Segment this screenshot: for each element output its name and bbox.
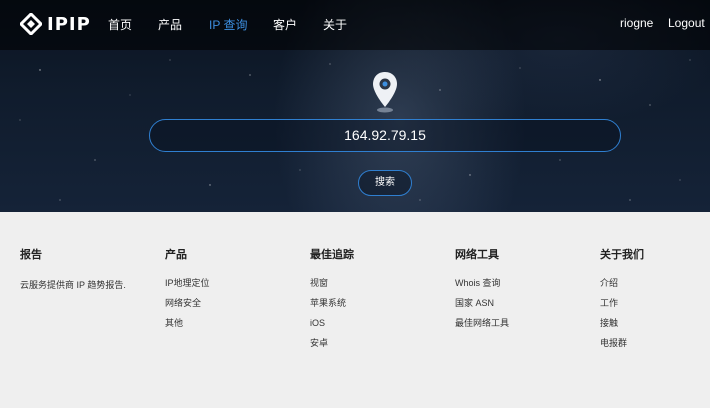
nav-item-products[interactable]: 产品 <box>158 16 182 33</box>
nav-item-home[interactable]: 首页 <box>108 16 132 33</box>
nav-item-ip-lookup[interactable]: IP 查询 <box>209 16 247 33</box>
nav-item-customers[interactable]: 客户 <box>273 16 297 33</box>
footer-link-best-tools[interactable]: 最佳网络工具 <box>455 318 509 328</box>
ip-search-input[interactable]: 164.92.79.15 <box>149 119 621 152</box>
logout-link[interactable]: Logout <box>668 16 705 30</box>
footer-link-country-asn[interactable]: 国家 ASN <box>455 298 509 308</box>
logo-mark-icon <box>20 13 42 35</box>
footer-column-tools: 网络工具 Whois 查询 国家 ASN 最佳网络工具 <box>455 246 509 338</box>
user-name-link[interactable]: riogne <box>620 16 653 30</box>
brand-name: IPIP <box>47 13 91 35</box>
footer-column-about: 关于我们 介绍 工作 接触 电报群 <box>600 246 644 358</box>
footer-link-android[interactable]: 安卓 <box>310 338 354 348</box>
footer-column-products: 产品 IP地理定位 网络安全 其他 <box>165 246 210 338</box>
footer-heading-tools: 网络工具 <box>455 249 499 261</box>
nav-item-about[interactable]: 关于 <box>323 16 347 33</box>
footer-report-text[interactable]: 云服务提供商 IP 趋势报告. <box>20 278 126 291</box>
top-navbar: IPIP 首页 产品 IP 查询 客户 关于 riogne Logout <box>0 0 710 50</box>
footer: 报告 云服务提供商 IP 趋势报告. 产品 IP地理定位 网络安全 其他 最佳追… <box>0 212 710 408</box>
footer-link-jobs[interactable]: 工作 <box>600 298 644 308</box>
footer-link-windows[interactable]: 视窗 <box>310 278 354 288</box>
footer-heading-tracking: 最佳追踪 <box>310 249 354 261</box>
footer-link-intro[interactable]: 介绍 <box>600 278 644 288</box>
footer-link-other[interactable]: 其他 <box>165 318 210 328</box>
hero-banner: IPIP 首页 产品 IP 查询 客户 关于 riogne Logout 164… <box>0 0 710 212</box>
footer-link-contact[interactable]: 接触 <box>600 318 644 328</box>
footer-link-network-security[interactable]: 网络安全 <box>165 298 210 308</box>
footer-link-ios[interactable]: iOS <box>310 318 354 328</box>
footer-link-ip-geolocation[interactable]: IP地理定位 <box>165 278 210 288</box>
footer-column-report: 报告 云服务提供商 IP 趋势报告. <box>20 246 126 291</box>
brand-logo[interactable]: IPIP <box>20 13 91 35</box>
location-pin-icon <box>373 72 397 113</box>
footer-heading-report: 报告 <box>20 249 42 261</box>
footer-link-macos[interactable]: 苹果系统 <box>310 298 354 308</box>
footer-link-whois[interactable]: Whois 查询 <box>455 278 509 288</box>
search-button[interactable]: 搜索 <box>358 170 412 196</box>
footer-link-telegram[interactable]: 电报群 <box>600 338 644 348</box>
footer-heading-products: 产品 <box>165 249 187 261</box>
footer-column-tracking: 最佳追踪 视窗 苹果系统 iOS 安卓 <box>310 246 354 358</box>
footer-heading-about: 关于我们 <box>600 249 644 261</box>
